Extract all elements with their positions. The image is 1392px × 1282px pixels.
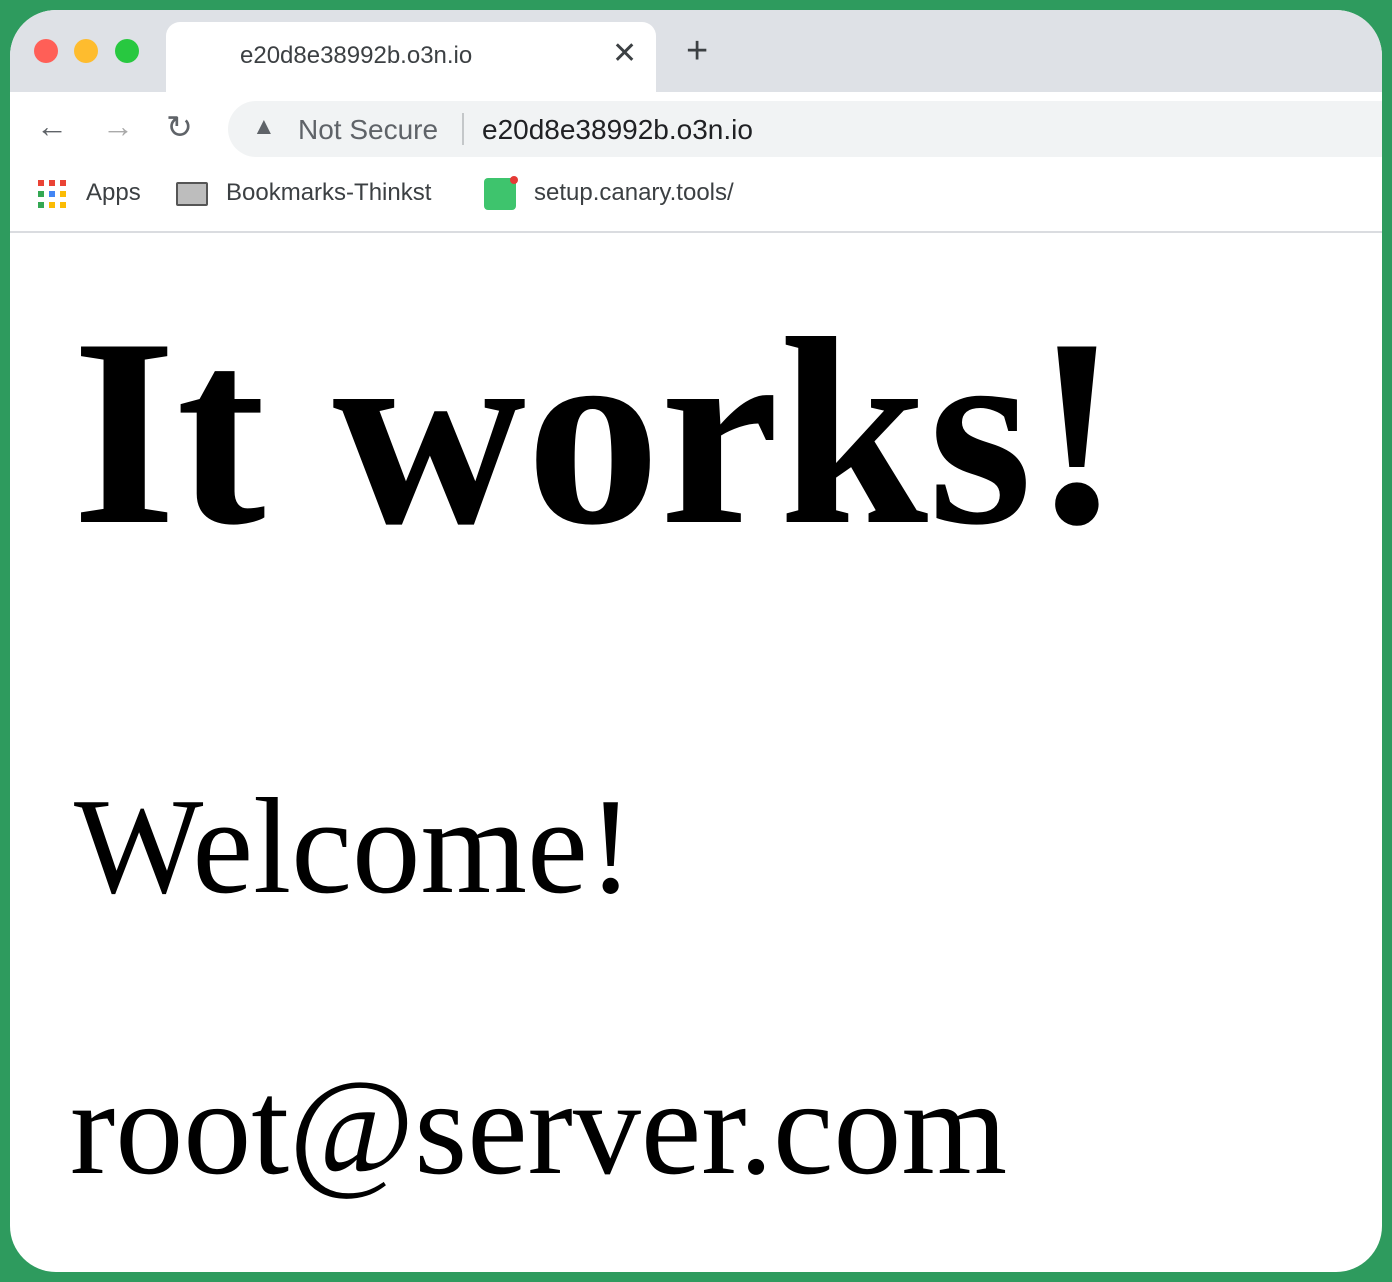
forward-button[interactable]: →: [102, 108, 134, 145]
close-tab-icon[interactable]: ✕: [612, 36, 637, 71]
bookmark-folder-thinkst[interactable]: Bookmarks-Thinkst: [226, 179, 431, 207]
bookmark-canary[interactable]: setup.canary.tools/: [534, 179, 734, 207]
toolbar: ← → ↻ ▲ Not Secure e20d8e38992b.o3n.io: [10, 92, 1382, 165]
address-bar[interactable]: ▲ Not Secure e20d8e38992b.o3n.io: [228, 101, 1382, 157]
apps-grid-icon: [38, 180, 66, 208]
browser-window: e20d8e38992b.o3n.io ✕ + ← → ↻ ▲ Not Secu…: [10, 10, 1382, 1272]
reload-button[interactable]: ↻: [166, 108, 193, 146]
page-heading: It works!: [72, 283, 1122, 580]
bookmark-apps[interactable]: Apps: [86, 179, 141, 207]
email-text: root@server.com: [70, 1053, 1008, 1203]
canary-icon: [484, 176, 518, 210]
url-text[interactable]: e20d8e38992b.o3n.io: [482, 114, 753, 146]
tab-strip: e20d8e38992b.o3n.io ✕ +: [10, 10, 1382, 94]
security-label[interactable]: Not Secure: [298, 114, 438, 146]
divider: [462, 113, 464, 145]
back-button[interactable]: ←: [36, 108, 68, 145]
tab-title: e20d8e38992b.o3n.io: [240, 42, 473, 69]
minimize-window-button[interactable]: [74, 39, 98, 63]
bookmarks-bar: Apps Bookmarks-Thinkst setup.canary.tool…: [10, 165, 1382, 233]
new-tab-button[interactable]: +: [686, 32, 708, 70]
close-window-button[interactable]: [34, 39, 58, 63]
warning-icon[interactable]: ▲: [252, 113, 276, 141]
folder-icon: [176, 182, 208, 206]
welcome-text: Welcome!: [74, 770, 634, 922]
zoom-window-button[interactable]: [115, 39, 139, 63]
tab-active[interactable]: e20d8e38992b.o3n.io ✕: [166, 22, 656, 94]
